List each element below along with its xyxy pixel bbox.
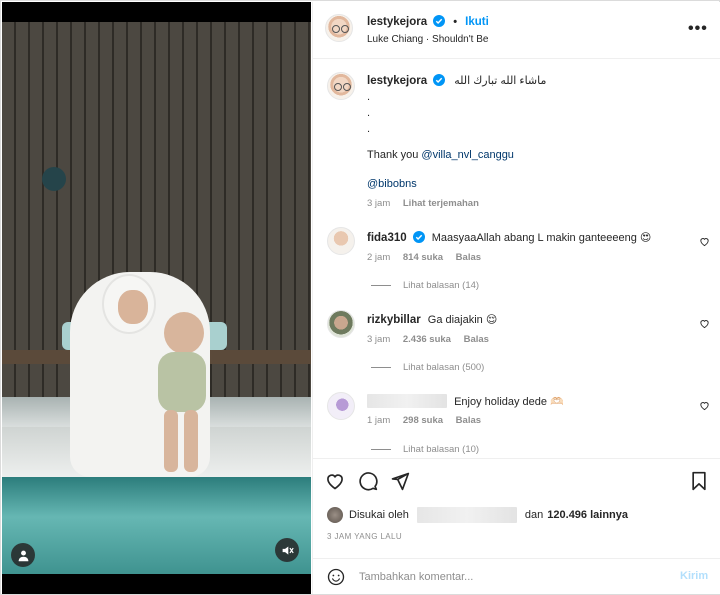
post-comment-button[interactable]: Kirim [680, 570, 708, 582]
avatar[interactable] [327, 507, 343, 523]
avatar[interactable] [327, 392, 355, 420]
view-replies-button[interactable]: Lihat balasan (10) [371, 444, 479, 455]
like-comment-heart-icon[interactable] [699, 400, 710, 411]
caption-username[interactable]: lestykejora [367, 75, 427, 87]
like-comment-heart-icon[interactable] [699, 236, 710, 247]
mention-link[interactable]: @bibobns [367, 178, 417, 190]
comment-time: 3 jam [367, 334, 391, 345]
bookmark-icon[interactable] [689, 471, 709, 491]
comment-time: 1 jam [367, 415, 391, 426]
post-actions: Disukai oleh dan 120.496 lainnya 3 JAM Y… [313, 458, 720, 558]
user-tag-icon[interactable] [11, 543, 35, 567]
comment-meta: 2 jam 814 suka Balas [367, 252, 491, 263]
comment-time: 2 jam [367, 252, 391, 263]
view-replies-label: Lihat balasan (14) [403, 280, 480, 291]
comment-username[interactable]: rizkybillar [367, 314, 421, 326]
share-icon[interactable] [390, 471, 410, 491]
post-media[interactable] [2, 2, 311, 594]
reply-button[interactable]: Balas [464, 334, 489, 345]
author-username[interactable]: lestykejora [367, 16, 427, 28]
more-options-button[interactable]: ••• [688, 20, 708, 38]
music-info[interactable]: Luke Chiang · Shouldn't Be [367, 34, 488, 45]
avatar[interactable] [327, 227, 355, 255]
mention-link[interactable]: @villa_nvl_canggu [421, 149, 514, 161]
mute-icon[interactable] [275, 538, 299, 562]
comment-text: MaasyaaAllah abang L makin ganteeeeng 😍 [431, 232, 652, 244]
comment-text-line: fida310 MaasyaaAllah abang L makin gante… [367, 231, 651, 245]
comment-text-line: rizkybillar Ga diajakin 😌 [367, 313, 497, 327]
caption-dot-line: . [367, 107, 371, 119]
verified-badge-icon [433, 15, 446, 27]
caption-thanks-text: Thank you [367, 149, 422, 161]
follow-button[interactable]: Ikuti [465, 16, 489, 28]
reply-button[interactable]: Balas [456, 252, 481, 263]
verified-badge-icon [412, 231, 425, 243]
comment-likes[interactable]: 814 suka [403, 252, 443, 263]
comment-composer: Kirim [313, 558, 720, 594]
likes-summary: Disukai oleh dan 120.496 lainnya [327, 507, 628, 523]
emoji-icon[interactable] [327, 568, 345, 586]
view-replies-button[interactable]: Lihat balasan (14) [371, 280, 479, 291]
view-replies-label: Lihat balasan (500) [403, 362, 485, 373]
like-comment-heart-icon[interactable] [699, 318, 710, 329]
avatar[interactable] [327, 310, 355, 338]
translate-link[interactable]: Lihat terjemahan [403, 198, 479, 209]
caption-dot-line: . [367, 91, 371, 103]
comment-username[interactable]: fida310 [367, 232, 407, 244]
comment-likes[interactable]: 2.436 suka [403, 334, 451, 345]
post-dialog: lestykejora • Ikuti Luke Chiang · Should… [0, 0, 720, 595]
caption-meta: 3 jam Lihat terjemahan [367, 198, 489, 209]
post-header: lestykejora • Ikuti Luke Chiang · Should… [313, 2, 720, 59]
avatar[interactable] [325, 14, 353, 42]
post-sidebar: lestykejora • Ikuti Luke Chiang · Should… [312, 2, 720, 594]
caption-time: 3 jam [367, 198, 391, 209]
comment-text-line: Enjoy holiday dede 🫶🏻 [367, 394, 564, 409]
comment-likes[interactable]: 298 suka [403, 415, 443, 426]
caption-dot-line: . [367, 123, 371, 135]
comment-meta: 3 jam 2.436 suka Balas [367, 334, 499, 345]
comment-icon[interactable] [358, 471, 378, 491]
caption-arabic-text: ماشاء الله تبارك الله [454, 75, 547, 87]
caption-header: lestykejora ماشاء الله تبارك الله [367, 74, 546, 88]
liked-by-prefix: Disukai oleh [349, 509, 409, 521]
comments-section[interactable]: lestykejora ماشاء الله تبارك الله . . . … [313, 60, 720, 458]
comment-meta: 1 jam 298 suka Balas [367, 415, 491, 426]
heart-icon[interactable] [325, 471, 345, 491]
caption-mention: @bibobns [367, 177, 417, 191]
view-replies-label: Lihat balasan (10) [403, 444, 480, 455]
comment-input[interactable] [359, 569, 659, 585]
separator-dot: • [453, 16, 458, 28]
blurred-username [367, 394, 447, 408]
post-photo [2, 22, 311, 574]
post-timestamp[interactable]: 3 JAM YANG LALU [327, 532, 402, 541]
reply-button[interactable]: Balas [456, 415, 481, 426]
caption-avatar[interactable] [327, 72, 355, 100]
likes-count[interactable]: 120.496 lainnya [547, 509, 628, 521]
view-replies-button[interactable]: Lihat balasan (500) [371, 362, 484, 373]
verified-badge-icon [433, 74, 446, 86]
comment-text: Enjoy holiday dede 🫶🏻 [454, 396, 564, 408]
comment-text: Ga diajakin 😌 [427, 314, 498, 326]
blurred-username [416, 507, 517, 523]
liked-by-and: dan [524, 509, 544, 521]
caption-thanks: Thank you @villa_nvl_canggu [367, 148, 514, 162]
